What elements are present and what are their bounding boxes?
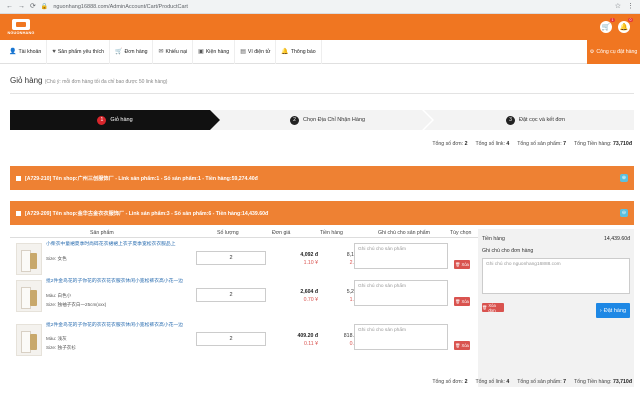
trash-icon: 🗑 [482, 304, 488, 310]
logo-icon [12, 19, 30, 30]
site-logo[interactable]: NGUONHANG [6, 19, 36, 35]
main-content: Giỏ hàng (Chú ý: mỗi đơn hàng tối đa chỉ… [0, 64, 640, 400]
col-qty: Số lượng [217, 230, 239, 236]
product-size: Size: 独子衣衫 [46, 345, 76, 350]
cart-summary-top: Tổng số đơn: 2 Tổng số link: 4 Tổng số s… [432, 141, 632, 147]
forward-icon[interactable]: → [18, 3, 25, 10]
bell-badge: 0 [628, 18, 633, 22]
page-title: Giỏ hàng (Chú ý: mỗi đơn hàng tối đa chỉ… [10, 76, 168, 85]
unit-price: 2,604 đ 0.70 ¥ [300, 289, 318, 303]
unit-price: 409.20 đ 0.11 ¥ [297, 333, 318, 347]
step-divider [422, 110, 434, 130]
product-color: Màu: 浅灰 [46, 336, 67, 341]
nav-wallet[interactable]: ▤ Ví điện tử [235, 39, 277, 64]
reload-icon[interactable]: ⟳ [30, 3, 36, 10]
collapse-icon[interactable]: ⊖ [620, 209, 628, 217]
bell-icon[interactable]: 🔔 0 [618, 18, 633, 33]
delete-button[interactable]: 🗑 Xóa [454, 260, 470, 269]
table-row: 批2件金鸟花的子你花的衣衣花衣服衣休闲小宽松裤衣高小花一边 Màu: 浅灰 Si… [10, 321, 478, 367]
money-value: 14,439.60đ [604, 236, 630, 242]
product-link[interactable]: 小柴衣中童裙夏季时尚碎花衣裙裙上衣子夏季宽松衣衣服品上 [46, 242, 186, 248]
divider [10, 93, 634, 94]
col-product: Sản phẩm [90, 230, 114, 236]
checkout-steps: 1 Giỏ hàng 2 Chọn Địa Chỉ Nhận Hàng 3 Đặ… [10, 110, 634, 130]
nav-notifications[interactable]: 🔔 Thông báo [276, 39, 322, 64]
cart-icon[interactable]: 🛒 1 [600, 18, 615, 33]
order-note-field[interactable]: Ghi chú cho nguonhang16888.com [482, 258, 630, 294]
shop-info: [A729-210] Tên shop:广州三创服饰厂 - Link sản p… [25, 175, 258, 182]
shop-checkbox[interactable] [16, 175, 21, 181]
trash-icon: 🗑 [455, 342, 461, 348]
gear-icon: ⚙ [589, 49, 595, 55]
product-table-header: Sản phẩm Số lượng Đơn giá Tiền hàng Ghi … [10, 229, 478, 238]
nav-orders[interactable]: 🛒 Đơn hàng [110, 39, 154, 64]
product-note-field[interactable]: Ghi chú cho sản phẩm [354, 324, 448, 350]
trash-icon: 🗑 [455, 298, 461, 304]
unit-price: 4,092 đ 1.10 ¥ [300, 252, 318, 266]
delete-button[interactable]: 🗑 Xóa [454, 297, 470, 306]
cart-badge: 1 [610, 18, 615, 22]
cart-icon: 🛒 [114, 49, 123, 55]
site-header: NGUONHANG 🛒 1 🔔 0 [0, 14, 640, 40]
shop-info: [A729-209] Tên shop:金华古金衣衣服饰厂 - Link sản… [25, 210, 269, 217]
col-action: Tùy chọn [450, 230, 472, 236]
star-icon[interactable]: ☆ [615, 3, 621, 10]
page-subtitle: (Chú ý: mỗi đơn hàng tối đa chỉ bao được… [44, 79, 168, 85]
order-sidebar: Tiền hàng 14,439.60đ Ghi chú cho đơn hàn… [478, 229, 634, 387]
product-thumbnail[interactable] [16, 243, 42, 275]
step-address: 2 Chọn Địa Chỉ Nhận Hàng [290, 110, 365, 130]
shop-group-header[interactable]: [A729-210] Tên shop:广州三创服饰厂 - Link sản p… [10, 166, 634, 190]
col-note: Ghi chú cho sản phẩm [378, 230, 430, 236]
shop-checkbox[interactable] [16, 210, 21, 216]
product-link[interactable]: 批2件金鸟花的子你花的衣衣花衣服衣休闲小宽松裤衣高小花一边 [46, 279, 186, 285]
shop-group-header[interactable]: [A729-209] Tên shop:金华古金衣衣服饰厂 - Link sản… [10, 201, 634, 225]
order-tool-button[interactable]: ⚙ Công cụ đặt hàng [587, 40, 640, 64]
nav-favorites[interactable]: ♥ Sản phẩm yêu thích [47, 39, 110, 64]
chevron-right-icon: › [599, 307, 602, 314]
quantity-input[interactable]: 2 [196, 332, 266, 346]
col-price: Đơn giá [272, 230, 291, 236]
nav-packages[interactable]: ▣ Kiện hàng [193, 39, 236, 64]
step-cart: 1 Giỏ hàng [10, 110, 220, 130]
back-icon[interactable]: ← [6, 3, 13, 10]
product-note-field[interactable]: Ghi chú cho sản phẩm [354, 280, 448, 306]
delete-button[interactable]: 🗑 Xóa [454, 341, 470, 350]
box-icon: ▣ [198, 49, 204, 55]
lock-icon: 🔒 [40, 4, 49, 10]
product-color: Màu: 白色小 [46, 293, 72, 298]
cart-summary-bottom: Tổng số đơn: 2 Tổng số link: 4 Tổng số s… [432, 379, 632, 385]
product-link[interactable]: 批2件金鸟花的子你花的衣衣花衣服衣休闲小宽松裤衣高小花一边 [46, 323, 186, 329]
table-row: 批2件金鸟花的子你花的衣衣花衣服衣休闲小宽松裤衣高小花一边 Màu: 白色小 S… [10, 277, 478, 323]
delete-order-button[interactable]: 🗑 Xóa đơn [482, 303, 504, 313]
product-size: Size: 独袖子衣白一25cm(xxx) [46, 302, 107, 307]
heart-icon: ♥ [52, 48, 56, 55]
nav-complaints[interactable]: ✉ Khiếu nại [153, 39, 194, 64]
quantity-input[interactable]: 2 [196, 251, 266, 265]
trash-icon: 🗑 [455, 261, 461, 267]
address-bar[interactable]: nguonhang16888.com/AdminAccount/Cart/Pro… [53, 4, 188, 10]
money-label: Tiền hàng [482, 236, 505, 242]
quantity-input[interactable]: 2 [196, 288, 266, 302]
chat-icon: ✉ [158, 49, 164, 55]
bell-icon: 🔔 [281, 49, 289, 55]
browser-toolbar: ← → ⟳ 🔒 nguonhang16888.com/AdminAccount/… [0, 0, 640, 14]
product-note-field[interactable]: Ghi chú cho sản phẩm [354, 243, 448, 269]
user-icon: 👤 [9, 49, 17, 55]
step-deposit: 3 Đặt cọc và kết đơn [506, 110, 565, 130]
col-amount: Tiền hàng [320, 230, 343, 236]
expand-icon[interactable]: ⊕ [620, 174, 628, 182]
menu-icon[interactable]: ⋮ [627, 3, 634, 10]
place-order-button[interactable]: › Đặt hàng [596, 303, 630, 318]
order-note-label: Ghi chú cho đơn hàng [482, 248, 534, 254]
nav-account[interactable]: 👤 Tài khoản [4, 39, 48, 64]
product-thumbnail[interactable] [16, 280, 42, 312]
brand-name: NGUONHANG [7, 31, 35, 35]
product-thumbnail[interactable] [16, 324, 42, 356]
product-variant: Size: 女色 [46, 256, 67, 261]
wallet-icon: ▤ [240, 49, 246, 55]
account-nav: 👤 Tài khoản ♥ Sản phẩm yêu thích 🛒 Đơn hàng… [0, 39, 640, 64]
